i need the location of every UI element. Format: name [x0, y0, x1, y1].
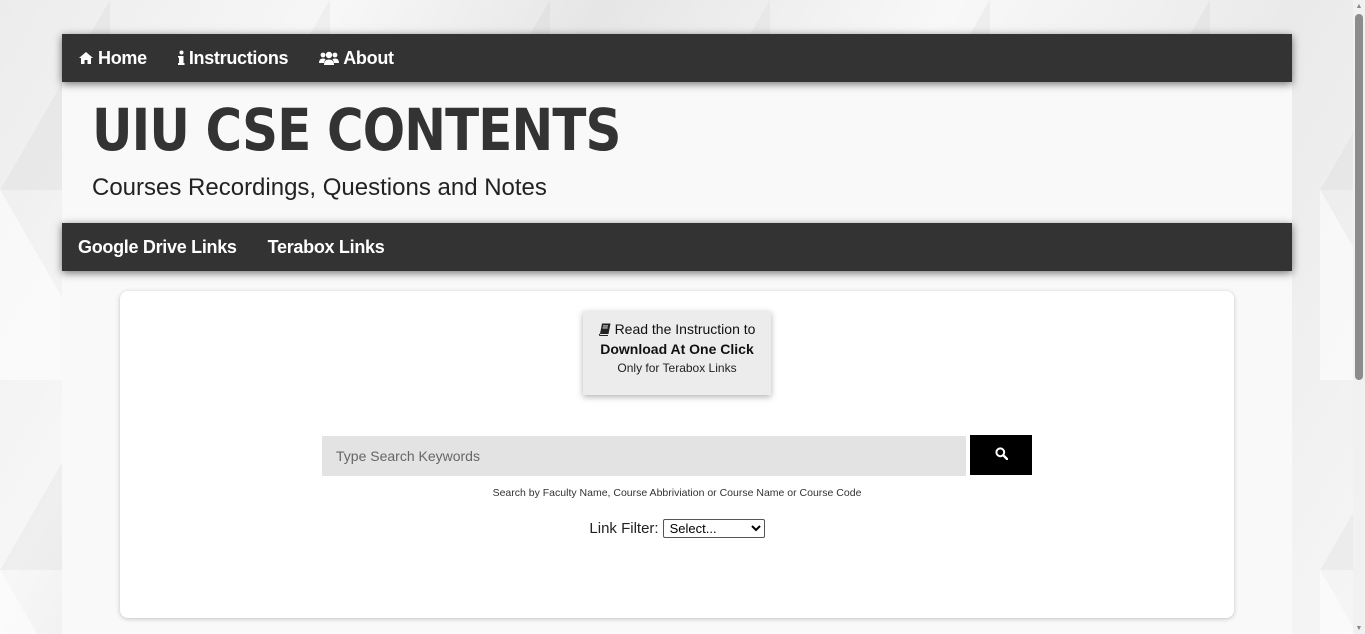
scroll-down-arrow-icon[interactable]: ▼	[1353, 622, 1365, 634]
nav-item-home[interactable]: Home	[62, 34, 147, 82]
link-filter-select[interactable]: Select...	[662, 519, 765, 538]
instruction-line-2: Download At One Click	[600, 341, 754, 357]
scroll-up-arrow-icon[interactable]: ▲	[1353, 0, 1365, 12]
search-button[interactable]	[970, 435, 1032, 475]
nav-item-instructions[interactable]: Instructions	[162, 34, 289, 82]
nav-item-about[interactable]: About	[303, 34, 394, 82]
page-container: Home Instructions About UIU CSE CONTENTS…	[62, 34, 1292, 634]
filter-label: Link Filter:	[589, 520, 659, 537]
scrollbar-thumb[interactable]	[1355, 14, 1363, 380]
instruction-line-3: Only for Terabox Links	[617, 361, 737, 375]
site-subtitle: Courses Recordings, Questions and Notes	[92, 174, 547, 201]
nav-item-label: About	[343, 47, 394, 68]
page-scrollbar[interactable]: ▲ ▼	[1353, 0, 1365, 634]
book-icon	[598, 323, 611, 336]
link-filter-row: Link Filter: Select...	[120, 519, 1234, 538]
search-icon	[994, 447, 1008, 463]
search-hint: Search by Faculty Name, Course Abbriviat…	[492, 487, 862, 499]
nav-item-label: Instructions	[188, 47, 289, 68]
home-icon	[78, 51, 94, 65]
link-source-nav: Google Drive Links Terabox Links	[62, 223, 1292, 271]
tab-google-drive-links[interactable]: Google Drive Links	[62, 237, 237, 258]
instruction-button[interactable]: Read the Instruction to Download At One …	[583, 311, 771, 395]
site-header: UIU CSE CONTENTS Courses Recordings, Que…	[62, 82, 1292, 223]
search-input[interactable]	[322, 436, 966, 476]
top-nav: Home Instructions About	[62, 34, 1292, 82]
site-title: UIU CSE CONTENTS	[92, 96, 621, 164]
info-icon	[177, 50, 185, 66]
nav-item-label: Home	[98, 47, 147, 68]
content-card: Read the Instruction to Download At One …	[120, 291, 1234, 618]
users-icon	[319, 51, 340, 66]
instruction-line-1: Read the Instruction to	[614, 321, 756, 337]
tab-terabox-links[interactable]: Terabox Links	[252, 237, 385, 258]
